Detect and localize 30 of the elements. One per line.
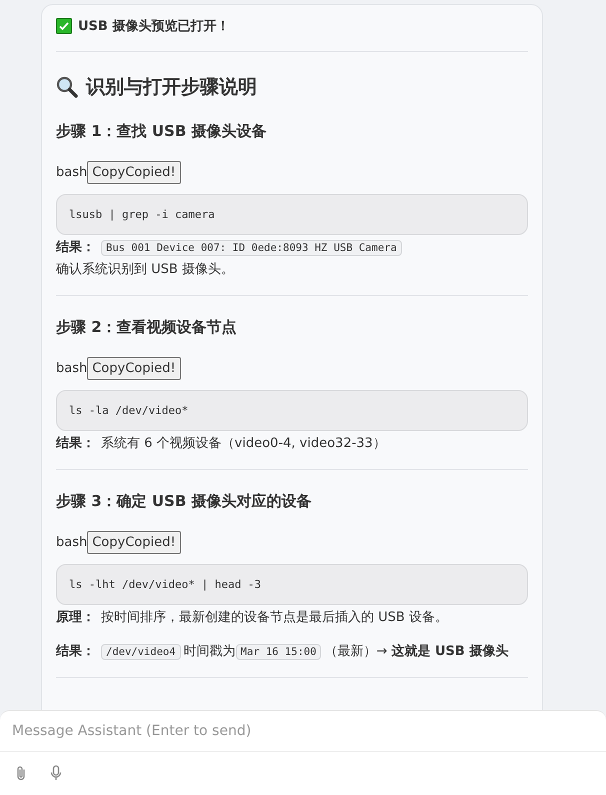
note-text: 按时间排序，最新创建的设备节点是最后插入的 USB 设备。 bbox=[101, 610, 448, 625]
inline-code: /dev/video4 bbox=[101, 644, 181, 660]
note-text: 系统有 6 个视频设备（video0-4, video32-33） bbox=[101, 436, 386, 451]
note-label: 结果： bbox=[56, 644, 95, 659]
note-label: 结果： bbox=[56, 240, 95, 255]
inline-code: Bus 001 Device 007: ID 0ede:8093 HZ USB Camera bbox=[101, 240, 402, 256]
status-text: USB 摄像头预览已打开！ bbox=[78, 18, 230, 35]
inline-code: Mar 16 15:00 bbox=[236, 644, 322, 660]
copy-button[interactable]: CopyCopied! bbox=[87, 161, 181, 184]
language-label: bash bbox=[56, 535, 88, 550]
code-block: lsusb | grep -i camera bbox=[56, 194, 528, 235]
note-label: 原理： bbox=[56, 610, 95, 625]
language-label: bash bbox=[56, 361, 88, 376]
note-text: 确认系统识别到 USB 摄像头。 bbox=[56, 262, 234, 277]
note-label: 结果： bbox=[56, 436, 95, 451]
copy-button[interactable]: CopyCopied! bbox=[87, 531, 181, 554]
language-label: bash bbox=[56, 165, 88, 180]
check-icon bbox=[56, 18, 72, 34]
note-text: （最新）→ 这就是 USB 摄像头 bbox=[324, 644, 508, 659]
step-heading: 步骤 1：查找 USB 摄像头设备 bbox=[56, 122, 268, 141]
step-heading: 步骤 2：查看视频设备节点 bbox=[56, 318, 238, 337]
code-block: ls -lht /dev/video* | head -3 bbox=[56, 564, 528, 605]
copy-button[interactable]: CopyCopied! bbox=[87, 357, 181, 380]
search-icon bbox=[56, 76, 78, 98]
code-block: ls -la /dev/video* bbox=[56, 390, 528, 431]
section-heading: 识别与打开步骤说明 bbox=[86, 75, 257, 100]
step-heading: 步骤 3：确定 USB 摄像头对应的设备 bbox=[56, 492, 313, 511]
note-text: 时间戳为 bbox=[184, 644, 236, 659]
microphone-icon[interactable] bbox=[50, 765, 62, 781]
message-input[interactable]: Message Assistant (Enter to send) bbox=[0, 710, 606, 752]
